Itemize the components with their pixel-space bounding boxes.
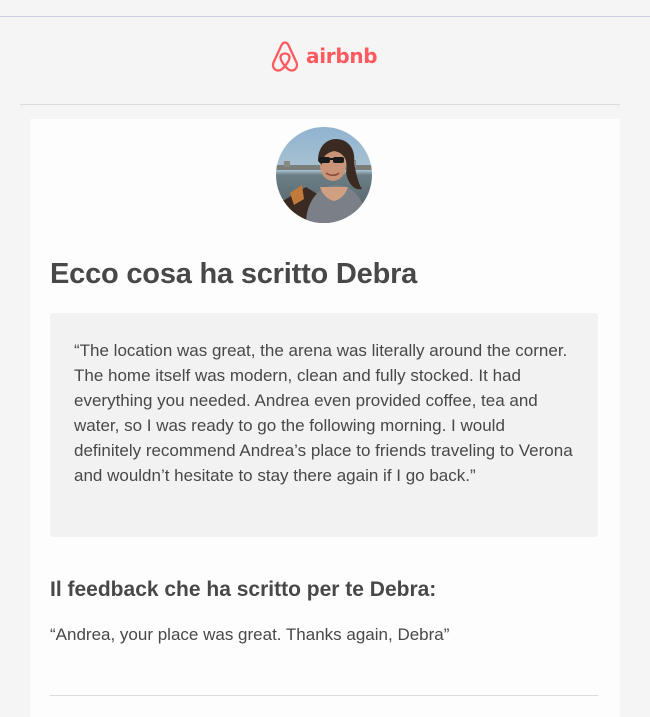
header-divider <box>20 104 620 105</box>
airbnb-belo-icon <box>271 40 299 72</box>
email-header: airbnb <box>0 17 650 119</box>
bottom-divider <box>50 695 598 696</box>
page-title: Ecco cosa ha scritto Debra <box>50 258 418 290</box>
airbnb-logo[interactable]: airbnb <box>270 39 378 73</box>
logo-wordmark: airbnb <box>306 44 378 68</box>
review-card: Ecco cosa ha scritto Debra “The location… <box>30 119 620 717</box>
review-quote-text: “The location was great, the arena was l… <box>74 341 573 485</box>
review-quote-box: “The location was great, the arena was l… <box>50 313 598 537</box>
reviewer-avatar[interactable] <box>276 127 372 223</box>
reviewer-avatar-photo <box>276 127 372 223</box>
feedback-heading: Il feedback che ha scritto per te Debra: <box>50 578 437 601</box>
feedback-text: “Andrea, your place was great. Thanks ag… <box>50 625 450 644</box>
